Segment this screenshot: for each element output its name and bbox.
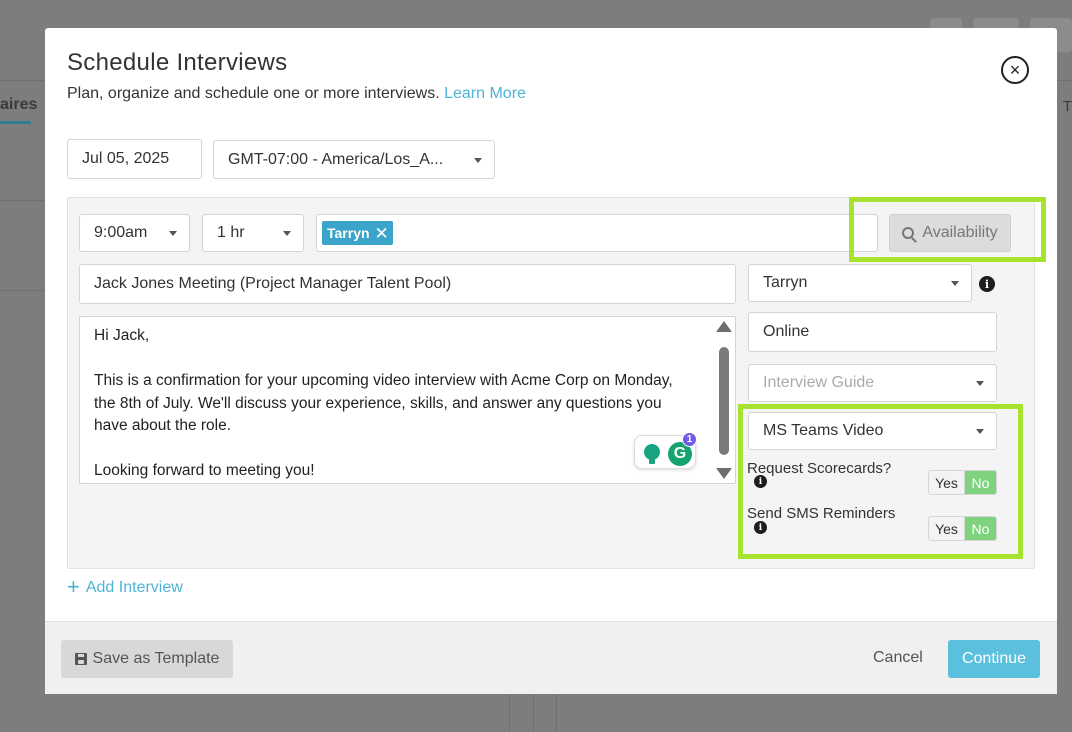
info-icon[interactable]: i — [979, 276, 995, 292]
modal-subtitle: Plan, organize and schedule one or more … — [67, 85, 526, 103]
modal-title: Schedule Interviews — [67, 49, 288, 76]
scroll-thumb[interactable] — [719, 347, 729, 455]
plus-icon: + — [67, 574, 80, 599]
start-time-value: 9:00am — [94, 224, 148, 241]
grammarly-widget[interactable]: G 1 — [634, 432, 697, 469]
attendees-input[interactable]: Tarryn ✕ — [316, 214, 878, 252]
save-icon — [74, 653, 87, 665]
background-divider — [0, 290, 45, 291]
attendee-tag: Tarryn ✕ — [322, 221, 393, 245]
message-body: Hi Jack, This is a confirmation for your… — [94, 327, 673, 479]
timezone-value: GMT-07:00 - America/Los_A... — [228, 150, 444, 168]
scroll-up-icon[interactable] — [716, 321, 732, 332]
message-textarea[interactable]: Hi Jack, This is a confirmation for your… — [79, 316, 736, 484]
background-divider — [0, 200, 45, 201]
organizer-value: Tarryn — [763, 274, 808, 291]
message-scrollbar[interactable] — [716, 321, 732, 479]
remove-tag-icon[interactable]: ✕ — [375, 225, 389, 242]
attendee-tag-label: Tarryn — [327, 225, 370, 241]
grammarly-count-badge: 1 — [682, 432, 697, 447]
duration-value: 1 hr — [217, 224, 245, 241]
close-icon: × — [1009, 60, 1021, 80]
interview-guide-placeholder: Interview Guide — [763, 374, 875, 391]
background-divider — [556, 694, 557, 732]
learn-more-link[interactable]: Learn More — [444, 85, 526, 102]
cancel-button[interactable]: Cancel — [873, 649, 923, 667]
schedule-interviews-modal: Schedule Interviews Plan, organize and s… — [45, 28, 1057, 694]
save-as-template-button[interactable]: Save as Template — [61, 640, 233, 678]
close-button[interactable]: × — [1001, 56, 1029, 84]
scroll-down-icon[interactable] — [716, 468, 732, 479]
interview-guide-select[interactable]: Interview Guide — [748, 364, 997, 402]
duration-select[interactable]: 1 hr — [202, 214, 304, 252]
subtitle-text: Plan, organize and schedule one or more … — [67, 85, 440, 102]
continue-button[interactable]: Continue — [948, 640, 1040, 678]
organizer-select[interactable]: Tarryn — [748, 264, 972, 302]
background-tab-underline — [0, 121, 31, 124]
location-input[interactable]: Online — [748, 312, 997, 352]
date-field[interactable]: Jul 05, 2025 — [67, 139, 202, 179]
meeting-title-input[interactable]: Jack Jones Meeting (Project Manager Tale… — [79, 264, 736, 304]
background-divider — [0, 80, 45, 81]
start-time-select[interactable]: 9:00am — [79, 214, 190, 252]
background-text: T — [1062, 98, 1072, 115]
add-interview-label: Add Interview — [85, 579, 183, 596]
background-divider — [533, 694, 534, 732]
background-divider — [1057, 80, 1072, 81]
modal-footer: Save as Template Cancel Continue — [45, 621, 1057, 694]
add-interview-link[interactable]: + Add Interview — [67, 574, 183, 599]
options-highlight — [738, 404, 1023, 559]
background-divider — [509, 694, 510, 732]
save-as-template-label: Save as Template — [92, 650, 220, 667]
lightbulb-icon — [644, 444, 660, 464]
timezone-select[interactable]: GMT-07:00 - America/Los_A... — [213, 140, 495, 179]
availability-highlight — [849, 197, 1046, 262]
background-tab: aires — [0, 96, 38, 113]
